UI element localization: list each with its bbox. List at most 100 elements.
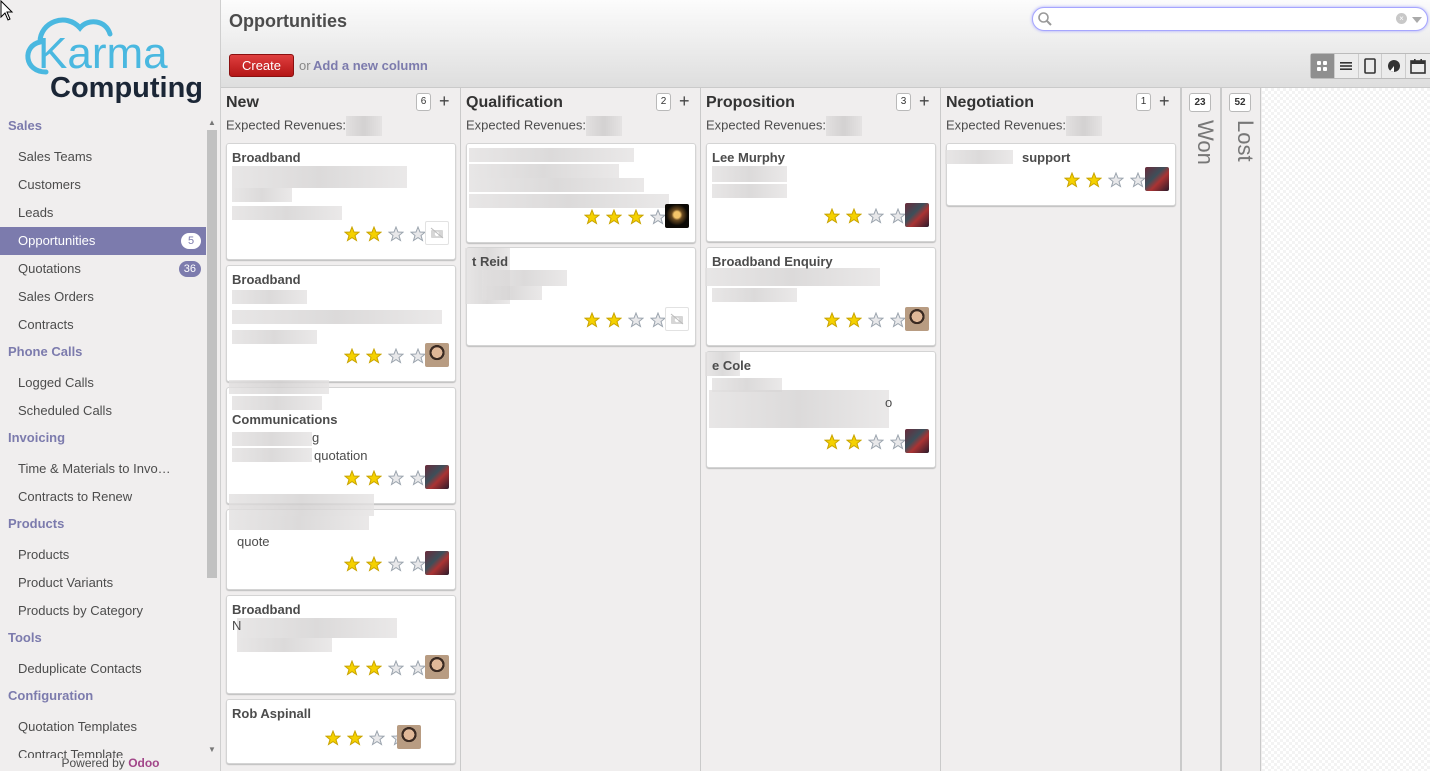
sidebar-item-products[interactable]: Products <box>0 541 206 569</box>
star-filled-icon[interactable] <box>363 346 385 366</box>
star-filled-icon[interactable] <box>341 468 363 488</box>
salesperson-avatar[interactable] <box>905 203 929 227</box>
star-filled-icon[interactable] <box>341 346 363 366</box>
sidebar-item-quotation-templates[interactable]: Quotation Templates <box>0 713 206 741</box>
salesperson-avatar[interactable] <box>397 725 421 749</box>
salesperson-avatar[interactable] <box>425 343 449 367</box>
opportunity-card[interactable]: t Reid <box>465 247 696 346</box>
star-empty-icon[interactable] <box>385 554 407 574</box>
odoo-link[interactable]: Odoo <box>128 756 159 770</box>
column-title[interactable]: New <box>226 94 259 112</box>
star-filled-icon[interactable] <box>363 658 385 678</box>
star-filled-icon[interactable] <box>821 206 843 226</box>
folded-column-lost[interactable]: 52 Lost <box>1221 88 1261 771</box>
star-filled-icon[interactable] <box>322 728 344 748</box>
opportunity-card[interactable]: Lee Murphy <box>706 143 936 242</box>
column-title[interactable]: Qualification <box>466 94 563 112</box>
sidebar-item-contracts-to-renew[interactable]: Contracts to Renew <box>0 483 206 511</box>
sidebar-item-product-variants[interactable]: Product Variants <box>0 569 206 597</box>
folded-column-title[interactable]: Won <box>1192 120 1218 165</box>
scroll-up-icon[interactable]: ▲ <box>208 118 216 127</box>
list-view-button[interactable] <box>1335 54 1359 78</box>
star-filled-icon[interactable] <box>843 432 865 452</box>
star-filled-icon[interactable] <box>581 207 603 227</box>
star-filled-icon[interactable] <box>1061 170 1083 190</box>
no-photo-avatar-icon[interactable] <box>425 221 449 245</box>
opportunity-card[interactable]: Broadband <box>226 265 456 382</box>
sidebar-item-contracts[interactable]: Contracts <box>0 311 206 339</box>
sidebar-item-quotations[interactable]: Quotations 36 <box>0 255 206 283</box>
star-empty-icon[interactable] <box>385 658 407 678</box>
company-logo[interactable]: Karma Computing <box>18 10 203 105</box>
opportunity-card[interactable]: Broadband N <box>226 595 456 694</box>
star-filled-icon[interactable] <box>363 554 385 574</box>
scrollbar-thumb[interactable] <box>207 130 217 578</box>
salesperson-avatar[interactable] <box>425 655 449 679</box>
add-card-button[interactable]: + <box>919 91 930 112</box>
folded-column-title[interactable]: Lost <box>1232 120 1258 162</box>
column-title[interactable]: Negotiation <box>946 94 1034 112</box>
salesperson-avatar[interactable] <box>425 551 449 575</box>
opportunity-card[interactable]: e Cole o <box>705 351 936 468</box>
sidebar-item-logged-calls[interactable]: Logged Calls <box>0 369 206 397</box>
star-filled-icon[interactable] <box>1083 170 1105 190</box>
star-filled-icon[interactable] <box>363 224 385 244</box>
opportunity-card[interactable]: Broadband <box>226 143 456 260</box>
star-filled-icon[interactable] <box>363 468 385 488</box>
salesperson-avatar[interactable] <box>1145 167 1169 191</box>
sidebar-item-products-by-category[interactable]: Products by Category <box>0 597 206 625</box>
star-filled-icon[interactable] <box>625 207 647 227</box>
search-input[interactable] <box>1057 10 1397 28</box>
opportunity-card[interactable]: Communications g quotation <box>226 380 456 504</box>
sidebar-item-leads[interactable]: Leads <box>0 199 206 227</box>
calendar-view-button[interactable] <box>1406 54 1430 78</box>
sidebar-item-customers[interactable]: Customers <box>0 171 206 199</box>
star-filled-icon[interactable] <box>821 432 843 452</box>
star-filled-icon[interactable] <box>603 310 625 330</box>
folded-column-won[interactable]: 23 Won <box>1181 88 1221 771</box>
scroll-down-icon[interactable]: ▼ <box>208 745 216 754</box>
star-filled-icon[interactable] <box>821 310 843 330</box>
opportunity-card[interactable]: Rob Aspinall <box>226 699 456 764</box>
star-empty-icon[interactable] <box>865 432 887 452</box>
add-column-link[interactable]: Add a new column <box>313 58 428 73</box>
star-empty-icon[interactable] <box>366 728 388 748</box>
kanban-view-button[interactable] <box>1311 54 1335 78</box>
add-card-button[interactable]: + <box>1159 91 1170 112</box>
sidebar-item-sales-orders[interactable]: Sales Orders <box>0 283 206 311</box>
salesperson-avatar[interactable] <box>905 429 929 453</box>
form-view-button[interactable] <box>1359 54 1383 78</box>
star-empty-icon[interactable] <box>865 310 887 330</box>
opportunity-card[interactable]: quote <box>226 494 456 590</box>
star-filled-icon[interactable] <box>843 206 865 226</box>
sidebar-item-scheduled-calls[interactable]: Scheduled Calls <box>0 397 206 425</box>
sidebar-item-opportunities[interactable]: Opportunities 5 <box>0 227 206 255</box>
salesperson-avatar[interactable] <box>905 307 929 331</box>
no-photo-avatar-icon[interactable] <box>665 307 689 331</box>
column-title[interactable]: Proposition <box>706 94 795 112</box>
search-box[interactable]: × <box>1032 7 1428 31</box>
star-empty-icon[interactable] <box>1105 170 1127 190</box>
sidebar-scrollbar[interactable]: ▲ ▼ <box>206 118 218 754</box>
sidebar-item-deduplicate-contacts[interactable]: Deduplicate Contacts <box>0 655 206 683</box>
star-filled-icon[interactable] <box>341 658 363 678</box>
salesperson-avatar[interactable] <box>425 465 449 489</box>
star-filled-icon[interactable] <box>341 554 363 574</box>
graph-view-button[interactable] <box>1382 54 1407 78</box>
add-card-button[interactable]: + <box>439 91 450 112</box>
star-filled-icon[interactable] <box>581 310 603 330</box>
star-empty-icon[interactable] <box>625 310 647 330</box>
star-filled-icon[interactable] <box>843 310 865 330</box>
star-empty-icon[interactable] <box>385 346 407 366</box>
star-filled-icon[interactable] <box>344 728 366 748</box>
add-card-button[interactable]: + <box>679 91 690 112</box>
star-empty-icon[interactable] <box>865 206 887 226</box>
clear-search-icon[interactable]: × <box>1396 13 1407 24</box>
star-filled-icon[interactable] <box>341 224 363 244</box>
salesperson-avatar[interactable] <box>665 204 689 228</box>
star-empty-icon[interactable] <box>385 468 407 488</box>
sidebar-item-sales-teams[interactable]: Sales Teams <box>0 143 206 171</box>
create-button[interactable]: Create <box>229 54 294 77</box>
opportunity-card[interactable] <box>466 143 696 243</box>
opportunity-card[interactable]: Broadband Enquiry <box>705 247 936 346</box>
